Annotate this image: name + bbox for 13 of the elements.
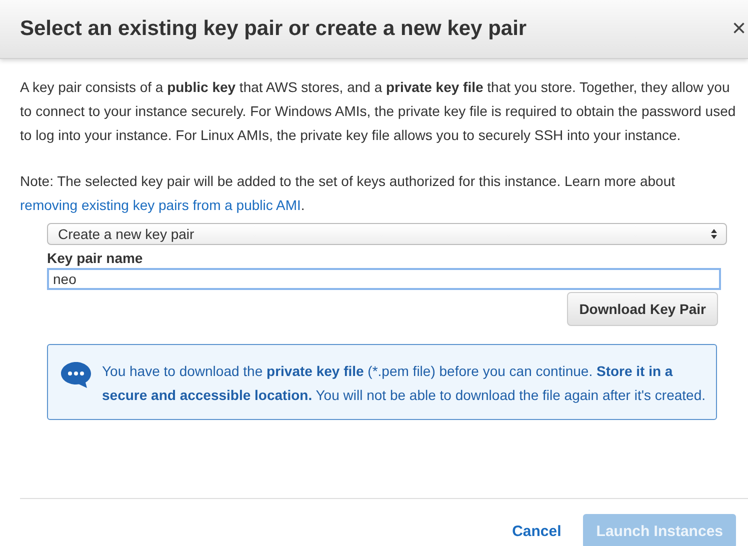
key-pair-name-field[interactable]: neo	[47, 268, 721, 290]
dialog-title: Select an existing key pair or create a new key pair	[20, 17, 527, 41]
chat-bubble-icon	[60, 361, 92, 389]
info-text: You have to download the private key file (*.pem file) before you can continue. Store it in a secure and accessible location. You will not be able to download the file again after it's created.	[102, 362, 706, 405]
key-pair-dropdown[interactable]: Create a new key pair	[47, 223, 727, 245]
download-key-pair-button[interactable]: Download Key Pair	[567, 292, 718, 326]
field-label: Key pair name	[47, 250, 144, 266]
cancel-button[interactable]: Cancel	[506, 522, 568, 540]
dropdown-arrows-icon	[710, 228, 718, 240]
note-text: Note: The selected key pair will be added to the set of keys authorized for this instance. Learn more about removing existing key pairs from a public AMI.	[20, 172, 676, 215]
help-link[interactable]: removing existing key pairs from a public AMI	[20, 197, 301, 213]
close-button[interactable]: ×	[730, 15, 748, 43]
description-text: A key pair consists of a public key that AWS stores, and a private key file that you store. Together, they allow you to connect to your instance securely. For Windows AMIs, the private key file is required to obtain the password used to log into your instance. For Linux AMIs, the private key file allows you to securely SSH into your instance.	[20, 78, 737, 145]
